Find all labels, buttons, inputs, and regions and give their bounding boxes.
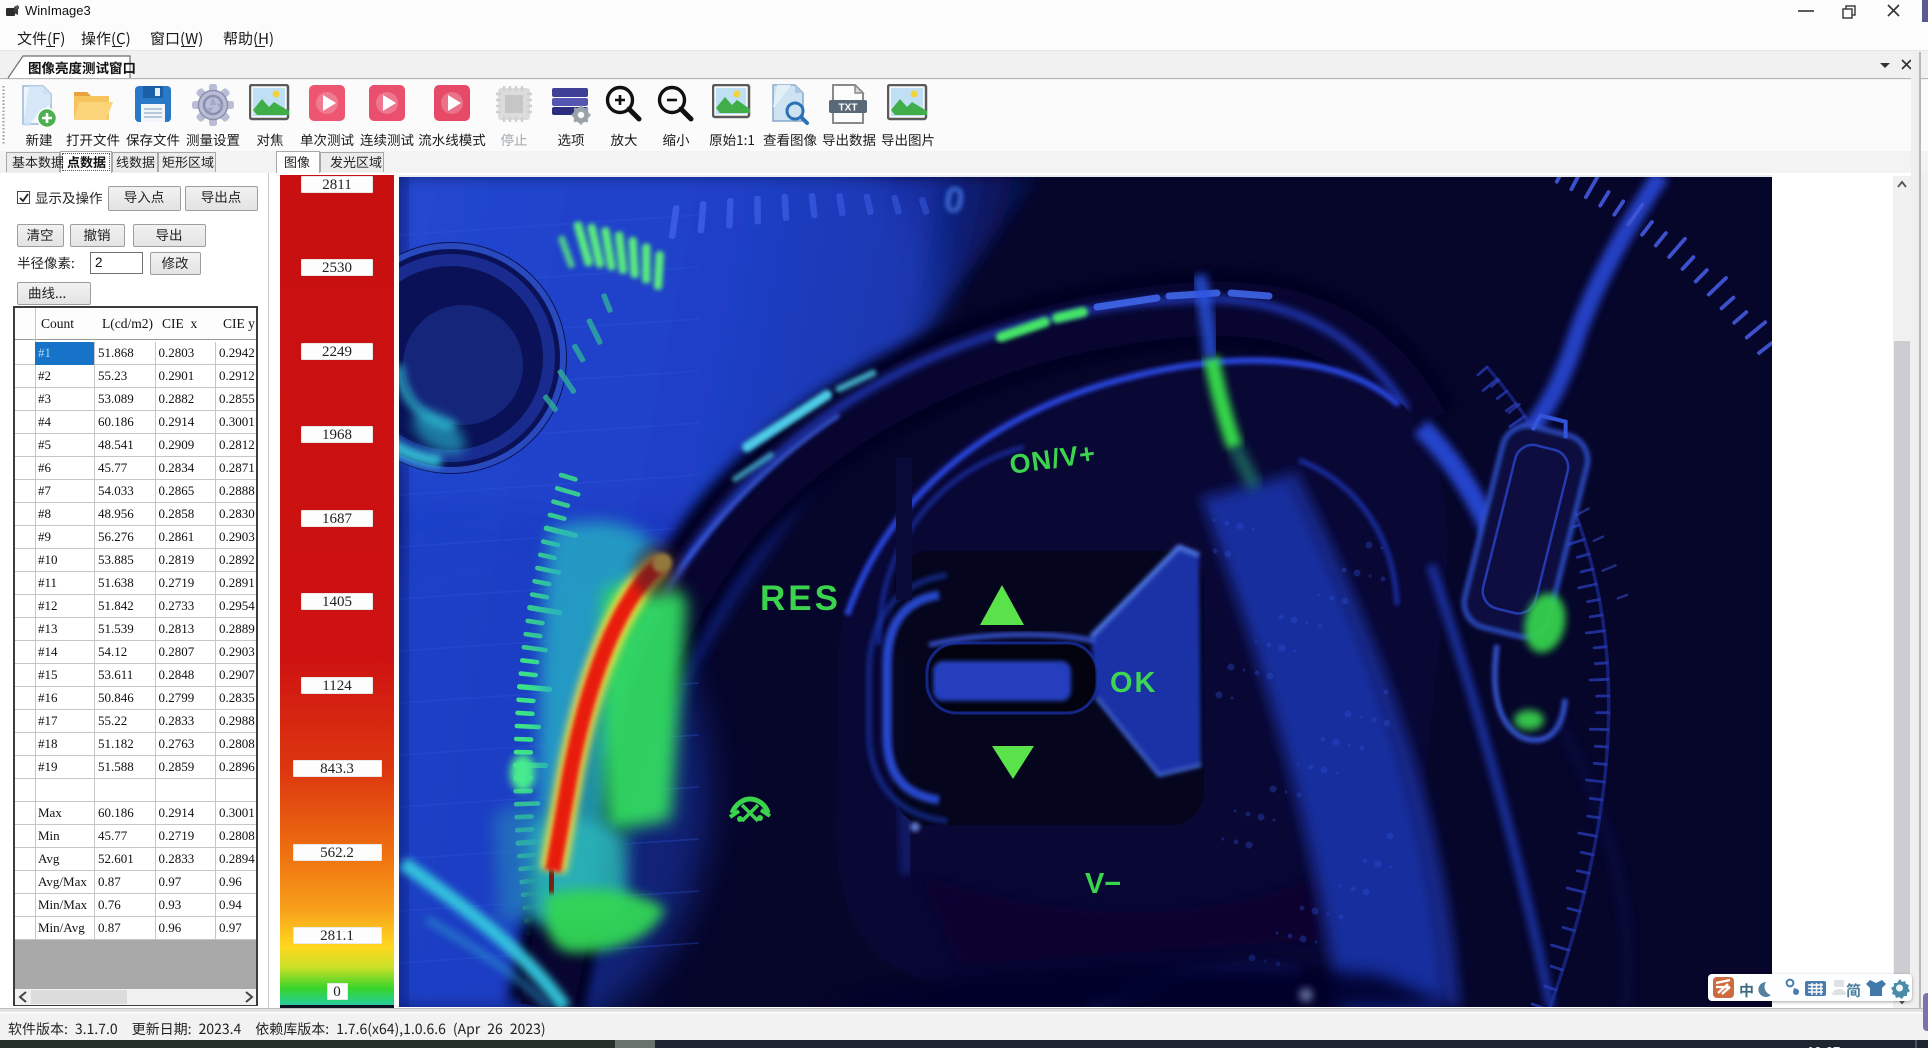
svg-text:TXT: TXT xyxy=(839,103,858,114)
svg-text:V−: V− xyxy=(1085,868,1121,900)
svg-text:OK: OK xyxy=(1110,667,1158,699)
svg-text:RES: RES xyxy=(760,579,841,618)
